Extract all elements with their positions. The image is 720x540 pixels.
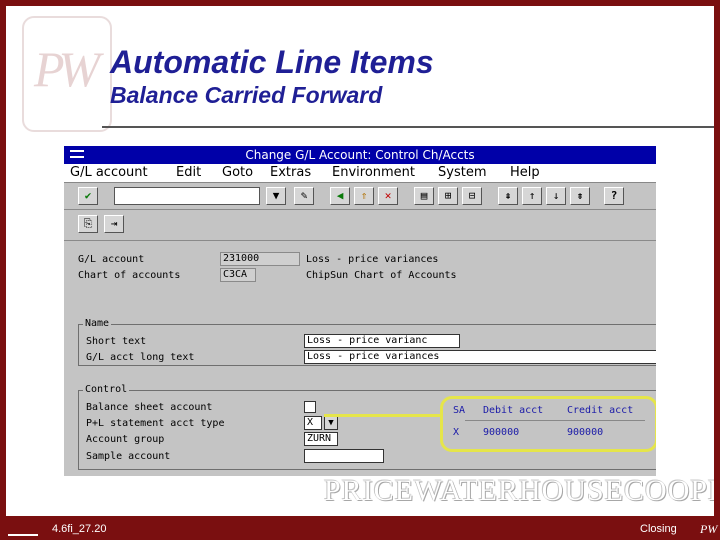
find-icon[interactable]: ⊞ — [438, 187, 458, 205]
pl-type-label: P+L statement acct type — [86, 418, 225, 429]
sample-account-label: Sample account — [86, 451, 171, 462]
exit-icon[interactable]: ⇑ — [354, 187, 374, 205]
window-title: Change G/L Account: Control Ch/Accts — [245, 148, 475, 162]
cancel-icon[interactable]: ✕ — [378, 187, 398, 205]
pl-type-dropdown-icon[interactable]: ▼ — [324, 416, 338, 430]
menu-environment[interactable]: Environment — [332, 165, 415, 180]
popup-header-debit: Debit acct — [483, 405, 544, 416]
account-group-label: Account group — [86, 434, 165, 445]
balance-sheet-checkbox[interactable] — [304, 401, 316, 413]
print-icon[interactable]: ▤ — [414, 187, 434, 205]
next-page-icon[interactable]: ↓ — [546, 187, 566, 205]
command-dropdown-icon[interactable]: ▼ — [266, 187, 286, 205]
previous-page-icon[interactable]: ↑ — [522, 187, 542, 205]
standard-toolbar: ✔ ▼ ✎ ◀ ⇑ ✕ ▤ ⊞ ⊟ ⇞ ↑ ↓ ⇟ ? — [64, 183, 656, 210]
pw-logo: PW — [22, 16, 112, 132]
short-text-input[interactable]: Loss - price varianc — [304, 334, 460, 348]
footer-code: 4.6fi_27.20 — [52, 523, 107, 535]
menu-system[interactable]: System — [438, 165, 486, 180]
chart-of-accounts-label: Chart of accounts — [78, 270, 181, 281]
slide: PW Automatic Line Items Balance Carried … — [6, 6, 714, 516]
first-page-icon[interactable]: ⇞ — [498, 187, 518, 205]
footer-section: Closing — [640, 523, 677, 535]
popup-header-credit: Credit acct — [567, 405, 634, 416]
title-divider — [102, 126, 714, 128]
chart-of-accounts-description: ChipSun Chart of Accounts — [306, 270, 457, 281]
gl-account-label: G/L account — [78, 254, 145, 265]
account-group-input[interactable]: ZURN — [304, 432, 338, 446]
callout-connector — [324, 414, 440, 417]
menu-edit[interactable]: Edit — [176, 165, 201, 180]
popup-value-credit[interactable]: 900000 — [567, 427, 603, 438]
menu-bar: G/L account Edit Goto Extras Environment… — [64, 164, 656, 183]
slide-title: Automatic Line Items — [110, 44, 434, 80]
footer-bar: 4.6fi_27.20 Closing PW — [0, 516, 720, 540]
command-field[interactable] — [114, 187, 260, 205]
popup-value-sa[interactable]: X — [453, 427, 459, 438]
save-icon[interactable]: ✎ — [294, 187, 314, 205]
last-page-icon[interactable]: ⇟ — [570, 187, 590, 205]
find-next-icon[interactable]: ⊟ — [462, 187, 482, 205]
pl-type-input[interactable]: X — [304, 416, 322, 430]
footer-logo-icon — [8, 522, 38, 536]
control-group-title: Control — [83, 384, 130, 395]
short-text-label: Short text — [86, 336, 147, 347]
logo-text: PW — [34, 41, 100, 97]
menu-goto[interactable]: Goto — [222, 165, 253, 180]
slide-subtitle: Balance Carried Forward — [110, 82, 383, 108]
sap-window: Change G/L Account: Control Ch/Accts G/L… — [64, 146, 656, 476]
possible-entries-callout: SA Debit acct Credit acct X 900000 90000… — [440, 396, 656, 452]
back-arrow-icon[interactable]: ◀ — [330, 187, 350, 205]
long-text-input[interactable]: Loss - price variances — [304, 350, 656, 364]
name-group-title: Name — [83, 318, 112, 329]
footer-pw-icon: PW — [700, 522, 718, 536]
next-screen-icon[interactable]: ⇥ — [104, 215, 124, 233]
help-icon[interactable]: ? — [604, 187, 624, 205]
application-toolbar: ⎘ ⇥ — [64, 210, 656, 241]
other-account-icon[interactable]: ⎘ — [78, 215, 98, 233]
menu-gl-account[interactable]: G/L account — [70, 165, 148, 180]
enter-check-icon[interactable]: ✔ — [78, 187, 98, 205]
menu-help[interactable]: Help — [510, 165, 540, 180]
long-text-label: G/L acct long text — [86, 352, 195, 363]
window-titlebar: Change G/L Account: Control Ch/Accts — [64, 146, 656, 164]
balance-sheet-label: Balance sheet account — [86, 402, 213, 413]
sample-account-input[interactable] — [304, 449, 384, 463]
popup-header-underline — [465, 420, 645, 421]
watermark-logo: PRICEWATERHOUSECOOPERS — [324, 474, 714, 507]
menu-extras[interactable]: Extras — [270, 165, 311, 180]
popup-header-sa: SA — [453, 405, 466, 416]
popup-value-debit[interactable]: 900000 — [483, 427, 519, 438]
gl-account-field: 231000 — [220, 252, 300, 266]
chart-of-accounts-field: C3CA — [220, 268, 256, 282]
gl-account-description: Loss - price variances — [306, 254, 439, 265]
